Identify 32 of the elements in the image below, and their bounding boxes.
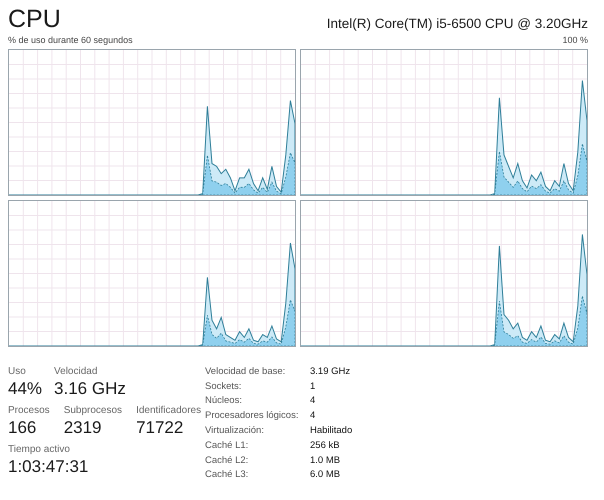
stat-value: 166 <box>8 416 38 439</box>
stat-value: 3.16 GHz <box>54 378 126 400</box>
stat-value: 44% <box>8 378 42 400</box>
detail-label: Caché L3: <box>205 468 250 482</box>
detail-label: Sockets: <box>205 380 242 394</box>
stat-value: 1:03:47:31 <box>8 456 88 478</box>
detail-label: Caché L1: <box>205 438 250 453</box>
detail-label: Virtualización: <box>205 424 265 438</box>
graph-max-label: 100 % <box>562 34 588 48</box>
stat-label: Tiempo activo <box>8 442 71 456</box>
detail-label: Velocidad de base: <box>205 364 286 379</box>
stat-value: 71722 <box>136 416 184 439</box>
detail-value: Habilitado <box>310 424 352 438</box>
stat-label: Uso <box>8 364 27 378</box>
stat-label: Identificadores <box>136 404 202 417</box>
detail-value: 256 kB <box>310 438 341 453</box>
detail-label: Procesadores lógicos: <box>205 409 300 424</box>
graph-caption: % de uso durante 60 segundos <box>8 34 133 48</box>
detail-value: 6.0 MB <box>310 468 342 482</box>
stat-label: Subprocesos <box>64 404 122 417</box>
detail-value: 4 <box>310 409 316 424</box>
processor-name: Intel(R) Core(TM) i5-6500 CPU @ 3.20GHz <box>326 15 588 33</box>
detail-label: Núcleos: <box>205 394 243 408</box>
detail-value: 1 <box>310 380 316 394</box>
page-title: CPU <box>8 4 61 34</box>
stat-label: Velocidad <box>54 364 98 378</box>
detail-value: 3.19 GHz <box>310 364 352 379</box>
stat-label: Procesos <box>8 404 50 417</box>
stat-value: 2319 <box>64 416 103 439</box>
detail-value: 1.0 MB <box>310 454 342 468</box>
detail-label: Caché L2: <box>205 454 250 468</box>
detail-value: 4 <box>310 394 316 408</box>
